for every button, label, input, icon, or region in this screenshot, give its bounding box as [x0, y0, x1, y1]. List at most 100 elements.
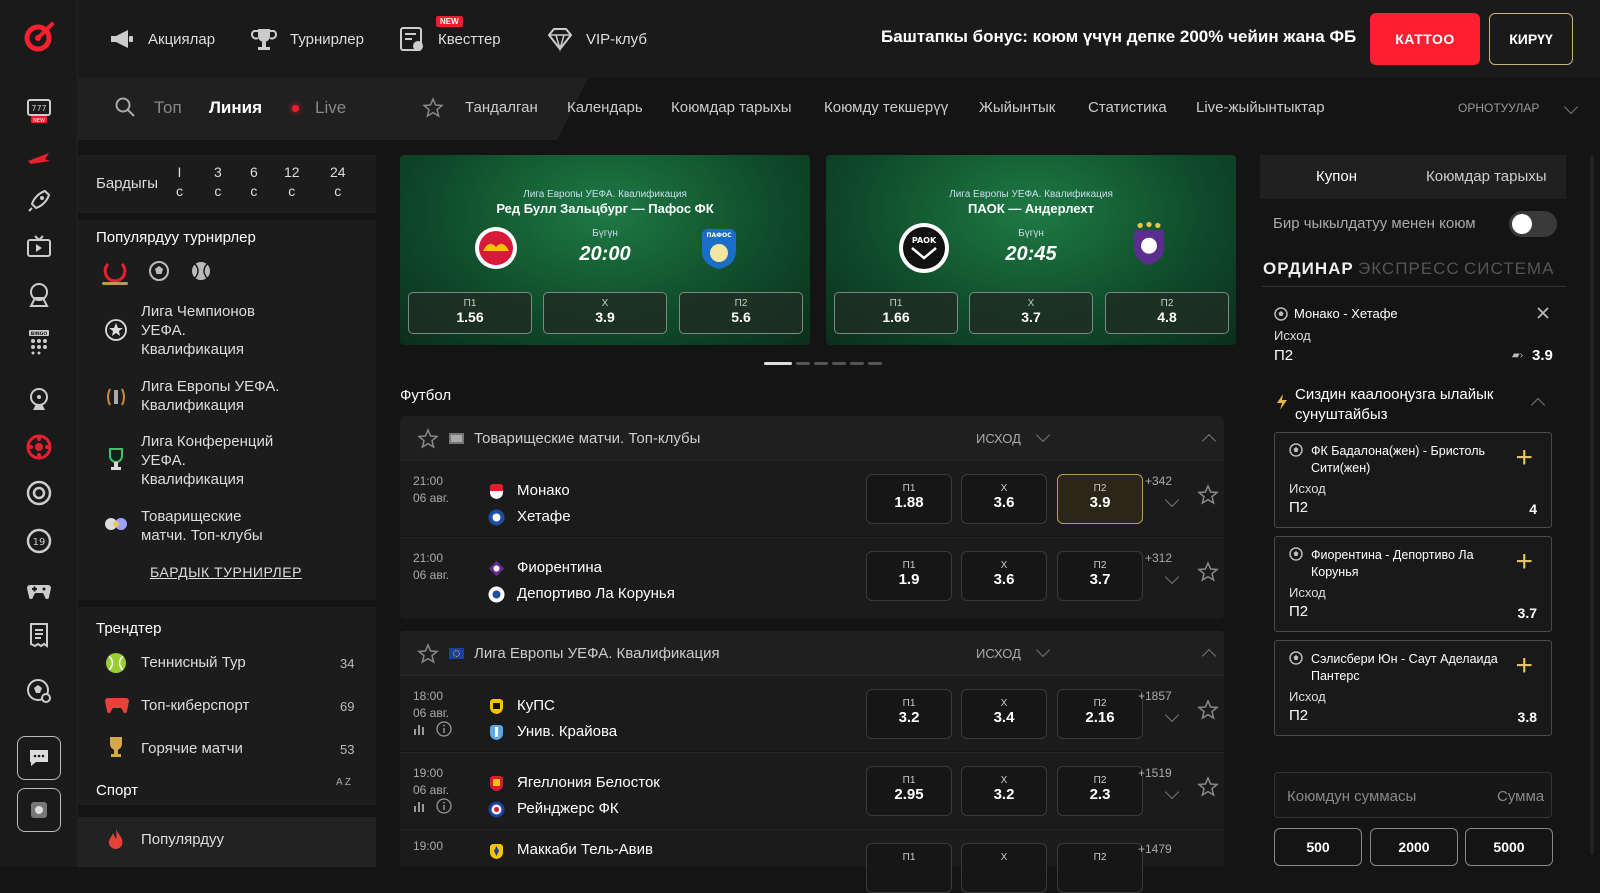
add-to-coupon-plus-icon[interactable]: +: [1515, 651, 1533, 681]
tournament-friendlies[interactable]: Товарищеские матчи. Топ-клубы: [141, 507, 263, 545]
match-row[interactable]: 21:00 06 авг. Фиорентина Депортиво Ла Кор…: [400, 537, 1224, 619]
filter-24h[interactable]: 24 с: [330, 163, 346, 201]
login-button[interactable]: КИРҮҮ: [1489, 13, 1573, 65]
odd-x[interactable]: Х 3.4: [961, 689, 1047, 739]
team-home[interactable]: КуПС: [517, 697, 555, 714]
odd-x[interactable]: Х 3.6: [961, 474, 1047, 524]
laurel-icon[interactable]: [102, 258, 128, 284]
odd-p2[interactable]: П2 2.3: [1057, 766, 1143, 816]
trend-tennis[interactable]: Теннисный Тур: [141, 653, 246, 672]
nav-quests[interactable]: NEW Квесттер: [398, 16, 501, 54]
match-row[interactable]: 21:00 06 авг. Монако Хетафе П1 1.88 Х 3.6 П…: [400, 460, 1224, 536]
filter-3h[interactable]: 3с: [214, 163, 222, 201]
slots-new-icon[interactable]: 777 NEW: [24, 96, 54, 126]
settings-dropdown[interactable]: ОРНОТУУЛАР: [1458, 101, 1539, 115]
settings-button[interactable]: [17, 788, 61, 832]
team-away[interactable]: Рейнджерс ФК: [517, 800, 619, 817]
team-away[interactable]: Унив. Крайова: [517, 723, 617, 740]
team-home[interactable]: Маккаби Тель-Авив: [517, 841, 653, 858]
add-to-coupon-plus-icon[interactable]: +: [1515, 443, 1533, 473]
all-tournaments-link[interactable]: БАРДЫК ТУРНИРЛЕР: [150, 563, 302, 582]
casino-wheel-icon[interactable]: [24, 384, 54, 414]
carousel-dot-active[interactable]: [764, 362, 792, 365]
more-markets[interactable]: +312: [1145, 551, 1172, 565]
recommendation-card[interactable]: Сэлисбери Юн - Саут Аделаида Пантерс Исх…: [1274, 640, 1552, 736]
odd-p2[interactable]: П2 3.7: [1057, 551, 1143, 601]
filter-all[interactable]: Бардыгы: [96, 174, 158, 193]
tournament-uecl[interactable]: Лига Конференций УЕФА. Квалификация: [141, 432, 273, 489]
star-icon[interactable]: [1197, 776, 1219, 798]
info-icon[interactable]: [436, 721, 452, 737]
odd-p1[interactable]: П1 1.88: [866, 474, 952, 524]
nav-promotions[interactable]: Акциялар: [108, 24, 215, 54]
lottery-icon[interactable]: [24, 280, 54, 310]
nav-tournaments[interactable]: Турнирлер: [250, 24, 364, 54]
close-icon[interactable]: [1536, 306, 1550, 320]
odd-p2[interactable]: П2 2.16: [1057, 689, 1143, 739]
one-click-toggle[interactable]: [1509, 211, 1557, 237]
sport-item-popular[interactable]: Популярдуу: [78, 817, 376, 867]
recommendation-card[interactable]: ФК Бадалона(жен) - Бристоль Сити(жен) Ис…: [1274, 432, 1552, 528]
team-home[interactable]: Монако: [517, 482, 570, 499]
team-home[interactable]: Ягеллония Белосток: [517, 774, 660, 791]
promo-match-banner-1[interactable]: Лига Европы УЕФА. Квалификация Ред Булл …: [400, 155, 810, 345]
chat-support-button[interactable]: [17, 736, 61, 780]
subnav-live-results[interactable]: Live-жыйынтыктар: [1196, 99, 1325, 116]
star-icon[interactable]: [1197, 561, 1219, 583]
tournament-uel[interactable]: Лига Европы УЕФА. Квалификация: [141, 377, 279, 415]
star-icon[interactable]: [1197, 699, 1219, 721]
subnav-favorites[interactable]: Тандалган: [465, 99, 538, 116]
odd-x[interactable]: Х 3.6: [961, 551, 1047, 601]
match-row[interactable]: 19:00 06 авг. Ягеллония Белосток Рейнджер…: [400, 752, 1224, 828]
promo-match-banner-2[interactable]: Лига Европы УЕФА. Квалификация ПАОК — Ан…: [826, 155, 1236, 345]
carousel-dot[interactable]: [868, 362, 882, 365]
match-row[interactable]: 19:00 Маккаби Тель-Авив П1 Х П2 +1479: [400, 829, 1224, 893]
star-icon[interactable]: [422, 97, 444, 119]
carousel-dot[interactable]: [850, 362, 864, 365]
banner1-odd-p1[interactable]: П1 1.56: [408, 292, 532, 334]
mode-live[interactable]: Live: [315, 98, 346, 118]
chevron-down-icon[interactable]: [1164, 492, 1180, 508]
bet-type-express[interactable]: ЭКСПРЕСС: [1358, 259, 1460, 279]
more-markets[interactable]: +342: [1145, 474, 1172, 488]
subnav-check-bet[interactable]: Коюмду текшерүү: [824, 99, 948, 116]
team-away[interactable]: Депортиво Ла Корунья: [517, 585, 675, 602]
filter-6h[interactable]: 6с: [250, 163, 258, 201]
star-icon[interactable]: [417, 643, 439, 665]
odd-p1[interactable]: П1: [866, 843, 952, 893]
tab-bet-history[interactable]: Коюмдар тарыхы: [1426, 168, 1547, 185]
subnav-statistics[interactable]: Статистика: [1088, 99, 1167, 116]
scrollbar[interactable]: [1590, 155, 1594, 855]
odd-p1[interactable]: П1 3.2: [866, 689, 952, 739]
odd-p2[interactable]: П2: [1057, 843, 1143, 893]
banner1-odd-x[interactable]: Х 3.9: [543, 292, 667, 334]
collapse-chevron-icon[interactable]: [1201, 648, 1217, 664]
odd-p2-selected[interactable]: П2 3.9: [1057, 474, 1143, 524]
brand-logo[interactable]: [22, 20, 56, 54]
chevron-down-icon[interactable]: [1164, 707, 1180, 723]
market-dropdown[interactable]: ИСХОД: [976, 646, 1021, 661]
gamepad-icon[interactable]: [24, 574, 54, 604]
chevron-down-icon[interactable]: [1164, 784, 1180, 800]
odd-p1[interactable]: П1 1.9: [866, 551, 952, 601]
collapse-chevron-icon[interactable]: [1201, 433, 1217, 449]
odd-p1[interactable]: П1 2.95: [866, 766, 952, 816]
market-dropdown[interactable]: ИСХОД: [976, 431, 1021, 446]
team-home[interactable]: Фиорентина: [517, 559, 602, 576]
target-icon[interactable]: [24, 478, 54, 508]
welcome-bonus-text[interactable]: Баштапкы бонус: коюм үчүн депке 200% чей…: [881, 27, 1356, 47]
star-icon[interactable]: [417, 428, 439, 450]
bet-type-system[interactable]: СИСТЕМА: [1464, 259, 1554, 279]
star-icon[interactable]: [1197, 484, 1219, 506]
tv-games-icon[interactable]: [24, 232, 54, 262]
carousel-dot[interactable]: [832, 362, 846, 365]
trend-esports[interactable]: Топ-киберспорт: [141, 696, 249, 715]
register-button[interactable]: КАТТОО: [1370, 13, 1480, 65]
match-row[interactable]: 18:00 06 авг. КуПС Унив. Крайова П1 3.2 Х3…: [400, 675, 1224, 751]
carousel-dot[interactable]: [796, 362, 810, 365]
more-markets[interactable]: +1519: [1138, 766, 1172, 780]
odd-x[interactable]: Х: [961, 843, 1047, 893]
team-away[interactable]: Хетафе: [517, 508, 571, 525]
odd-x[interactable]: Х 3.2: [961, 766, 1047, 816]
quick-amount-5000[interactable]: 5000: [1465, 828, 1553, 866]
